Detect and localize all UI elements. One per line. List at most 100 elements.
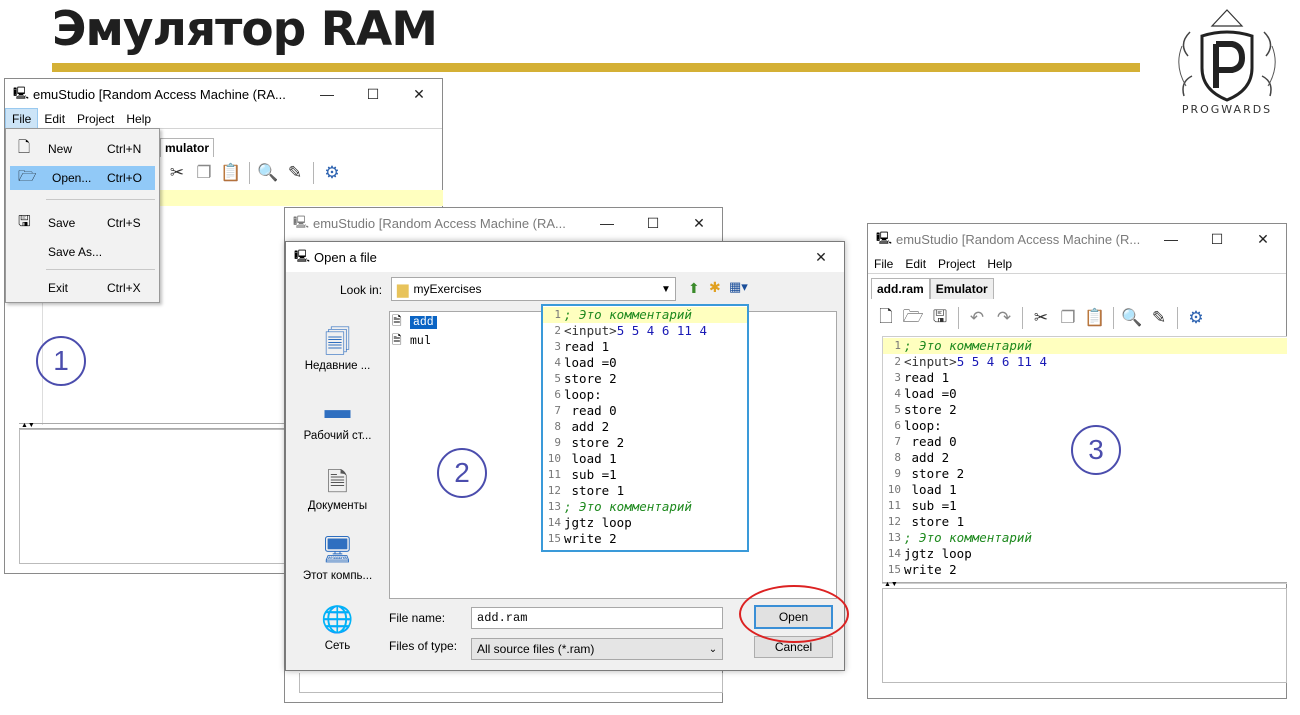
place-label: Этот компь... — [302, 570, 373, 582]
code-line: 11 sub =1 — [883, 498, 1287, 514]
computer-icon: 🖳 — [294, 248, 311, 263]
line-text: sub =1 — [564, 467, 617, 482]
tab-emulator[interactable]: Emulator — [929, 278, 994, 299]
file-entry-mul[interactable]: 🗎 mul — [392, 333, 431, 349]
menu-item-label: Save As... — [48, 245, 103, 259]
menubar: File Edit Project Help — [868, 254, 1286, 274]
open-folder-icon: 🗁 — [18, 167, 37, 185]
redo-icon[interactable]: ↷ — [992, 306, 1016, 330]
menu-file[interactable]: File — [5, 107, 39, 130]
new-file-icon[interactable]: 🗋 — [874, 306, 898, 330]
look-in-combo[interactable]: ▆ myExercises ▼ — [391, 277, 676, 301]
close-button[interactable]: ✕ — [798, 249, 844, 266]
menu-help[interactable]: Help — [981, 254, 1018, 274]
place-desktop[interactable]: ▬ Рабочий ст... — [296, 394, 379, 442]
minimize-button[interactable]: — — [584, 215, 630, 231]
paste-icon[interactable]: 📋 — [219, 161, 243, 185]
find-icon[interactable]: 🔍 — [1120, 306, 1144, 330]
computer-icon: 🖳 — [876, 230, 893, 245]
place-computer[interactable]: 🖥 Этот компь... — [296, 534, 379, 582]
compile-icon[interactable]: ✎ — [1147, 306, 1171, 330]
line-text: store 1 — [904, 514, 965, 529]
close-button[interactable]: ✕ — [1240, 231, 1286, 248]
cut-icon[interactable]: ✂ — [165, 161, 189, 185]
menu-edit[interactable]: Edit — [899, 254, 932, 274]
code-line: 2 <input>5 5 4 6 11 4 — [883, 354, 1287, 370]
save-icon[interactable]: 🖫 — [928, 306, 952, 330]
place-label: Рабочий ст... — [303, 430, 372, 442]
toolbar: ✂ ❐ 📋 🔍 ✎ ⚙ — [165, 161, 344, 185]
menu-item-label: Exit — [48, 281, 69, 295]
compile-icon[interactable]: ✎ — [283, 161, 307, 185]
menu-item-save[interactable]: 🖫 Save Ctrl+S — [6, 211, 159, 235]
menu-edit[interactable]: Edit — [38, 109, 71, 129]
code-line: 15 write 2 — [883, 562, 1287, 578]
menu-item-shortcut: Ctrl+S — [107, 216, 141, 230]
place-recent[interactable]: 🗐 Недавние ... — [296, 324, 379, 372]
line-number: 13 — [547, 500, 561, 513]
tab-add-ram[interactable]: add.ram — [871, 278, 930, 299]
menubar: File Edit Project Help — [5, 107, 442, 130]
minimize-button[interactable]: — — [304, 86, 350, 102]
place-network[interactable]: 🌐 Сеть — [296, 604, 379, 652]
line-text: load =0 — [564, 355, 617, 370]
menu-project[interactable]: Project — [71, 109, 120, 129]
input-values: 5 5 4 6 11 4 — [616, 323, 707, 338]
file-type-select[interactable]: All source files (*.ram) ⌄ — [471, 638, 723, 660]
place-documents[interactable]: 🗎 Документы — [296, 464, 379, 512]
file-name: mul — [410, 334, 431, 348]
line-text: write 2 — [564, 531, 617, 546]
copy-icon[interactable]: ❐ — [192, 161, 216, 185]
new-folder-icon[interactable]: ✱ — [709, 279, 721, 296]
menu-file[interactable]: File — [868, 254, 899, 274]
line-text: store 2 — [904, 402, 957, 417]
cut-icon[interactable]: ✂ — [1029, 306, 1053, 330]
close-button[interactable]: ✕ — [396, 86, 442, 103]
minimize-button[interactable]: — — [1148, 231, 1194, 247]
input-tag: <input> — [564, 323, 617, 338]
paste-icon[interactable]: 📋 — [1083, 306, 1107, 330]
code-line: 8 add 2 — [543, 419, 747, 435]
find-icon[interactable]: 🔍 — [256, 161, 280, 185]
line-text: load =0 — [904, 386, 957, 401]
undo-icon[interactable]: ↶ — [965, 306, 989, 330]
desktop-icon: ▬ — [324, 394, 351, 424]
menu-help[interactable]: Help — [120, 109, 157, 129]
open-folder-icon[interactable]: 🗁 — [901, 306, 925, 330]
menu-item-label: Open... — [52, 171, 92, 185]
close-button[interactable]: ✕ — [676, 215, 722, 232]
file-name-input[interactable]: add.ram — [471, 607, 723, 629]
chevron-down-icon: ▼ — [661, 283, 671, 295]
line-number: 2 — [554, 324, 561, 337]
settings-gear-icon[interactable]: ⚙ — [1184, 306, 1208, 330]
network-icon: 🌐 — [321, 604, 354, 634]
code-line: 12 store 1 — [543, 483, 747, 499]
line-text: read 1 — [564, 339, 610, 354]
file-name-label: File name: — [389, 611, 446, 625]
logo-text: PROGWARDS — [1181, 103, 1273, 116]
view-menu-icon[interactable]: ▦▾ — [729, 279, 748, 295]
line-text: loop: — [904, 418, 942, 433]
menu-project[interactable]: Project — [932, 254, 981, 274]
menu-separator — [46, 269, 155, 270]
code-line: 10 load 1 — [883, 482, 1287, 498]
menu-item-exit[interactable]: Exit Ctrl+X — [6, 276, 159, 300]
line-text: read 0 — [904, 434, 957, 449]
line-number: 1 — [894, 339, 901, 352]
maximize-button[interactable]: ☐ — [1194, 231, 1240, 248]
up-folder-icon[interactable]: ⬆ — [688, 280, 700, 297]
copy-icon[interactable]: ❐ — [1056, 306, 1080, 330]
settings-gear-icon[interactable]: ⚙ — [320, 161, 344, 185]
look-in-label: Look in: — [340, 283, 383, 297]
menu-item-shortcut: Ctrl+N — [107, 142, 142, 156]
window-title: emuStudio [Random Access Machine (RA... — [33, 86, 286, 102]
menu-item-new[interactable]: 🗋 New Ctrl+N — [6, 137, 159, 161]
menu-item-save-as[interactable]: Save As... — [6, 240, 159, 264]
tab-emulator[interactable]: mulator — [160, 138, 215, 157]
code-line: 4 load =0 — [883, 386, 1287, 402]
maximize-button[interactable]: ☐ — [350, 86, 396, 103]
step-marker-2: 2 — [437, 448, 487, 498]
maximize-button[interactable]: ☐ — [630, 215, 676, 232]
file-entry-add[interactable]: 🗎 add — [392, 314, 437, 330]
menu-item-open[interactable]: 🗁 Open... Ctrl+O — [10, 166, 155, 190]
